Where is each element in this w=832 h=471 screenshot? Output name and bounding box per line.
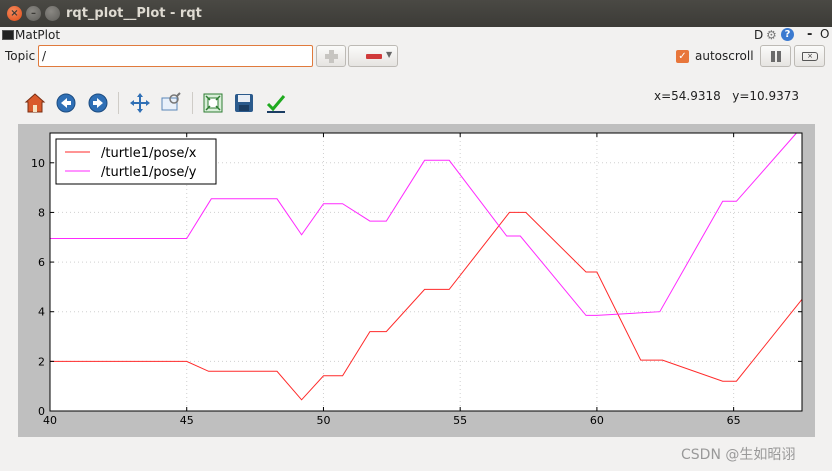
- y-tick-label: 4: [38, 306, 45, 319]
- y-tick-label: 8: [38, 206, 45, 219]
- plugin-header: MatPlot D ⚙ ? - O: [0, 27, 832, 45]
- x-tick-label: 60: [590, 414, 604, 427]
- clear-icon: ×: [802, 52, 818, 61]
- x-tick-label: 50: [316, 414, 330, 427]
- x-tick-label: 45: [180, 414, 194, 427]
- toolbar-separator: [192, 92, 193, 114]
- cursor-coords: x=54.9318 y=10.9373: [654, 89, 799, 103]
- gear-icon[interactable]: ⚙: [766, 28, 777, 42]
- minimize-icon[interactable]: –: [26, 6, 41, 21]
- close-icon[interactable]: ×: [7, 6, 22, 21]
- topic-label: Topic: [5, 49, 36, 63]
- legend-label-1: /turtle1/pose/x: [101, 146, 197, 161]
- plugin-label: MatPlot: [15, 28, 61, 42]
- topic-input[interactable]: [38, 45, 313, 67]
- matplot-icon: [2, 30, 14, 40]
- x-tick-label: 65: [727, 414, 741, 427]
- home-icon[interactable]: [24, 92, 46, 114]
- maximize-icon[interactable]: [45, 6, 60, 21]
- autoscroll-label: autoscroll: [695, 49, 754, 63]
- cursor-y-readout: y=10.9373: [732, 89, 800, 103]
- window-title: rqt_plot__Plot - rqt: [66, 6, 202, 21]
- y-tick-label: 6: [38, 256, 45, 269]
- forward-icon[interactable]: [87, 92, 109, 114]
- pan-icon[interactable]: [129, 92, 151, 114]
- legend-label-2: /turtle1/pose/y: [101, 165, 197, 180]
- pause-button[interactable]: [760, 45, 791, 67]
- cursor-x-readout: x=54.9318: [654, 89, 721, 103]
- help-icon[interactable]: ?: [781, 28, 794, 41]
- chevron-down-icon: ▼: [386, 50, 393, 59]
- plus-icon: [325, 50, 338, 63]
- minimize-plugin-button[interactable]: -: [807, 27, 812, 42]
- x-tick-label: 40: [43, 414, 57, 427]
- y-tick-label: 10: [31, 157, 45, 170]
- toolbar-separator: [118, 92, 119, 114]
- dock-button[interactable]: D: [754, 28, 763, 42]
- back-icon[interactable]: [55, 92, 77, 114]
- add-topic-button[interactable]: [316, 45, 346, 67]
- remove-topic-button[interactable]: ▼: [348, 45, 398, 67]
- close-plugin-button[interactable]: O: [820, 27, 829, 41]
- subplots-icon[interactable]: [202, 92, 224, 114]
- watermark: CSDN @生如昭诩: [681, 447, 796, 463]
- zoom-icon[interactable]: [160, 92, 182, 114]
- y-tick-label: 0: [38, 405, 45, 418]
- line-chart[interactable]: 40 45 50 55 60 65 0 2 4 6 8 10/turtle1/pose/x/turtl…: [18, 124, 815, 437]
- autoscroll-checkbox[interactable]: ✓: [676, 50, 689, 63]
- edit-curves-icon[interactable]: [265, 92, 287, 114]
- clear-button[interactable]: ×: [794, 45, 825, 67]
- save-icon[interactable]: [233, 92, 255, 114]
- minus-icon: [366, 54, 382, 59]
- x-tick-label: 55: [453, 414, 467, 427]
- window-titlebar: × – rqt_plot__Plot - rqt: [0, 0, 832, 27]
- y-tick-label: 2: [38, 355, 45, 368]
